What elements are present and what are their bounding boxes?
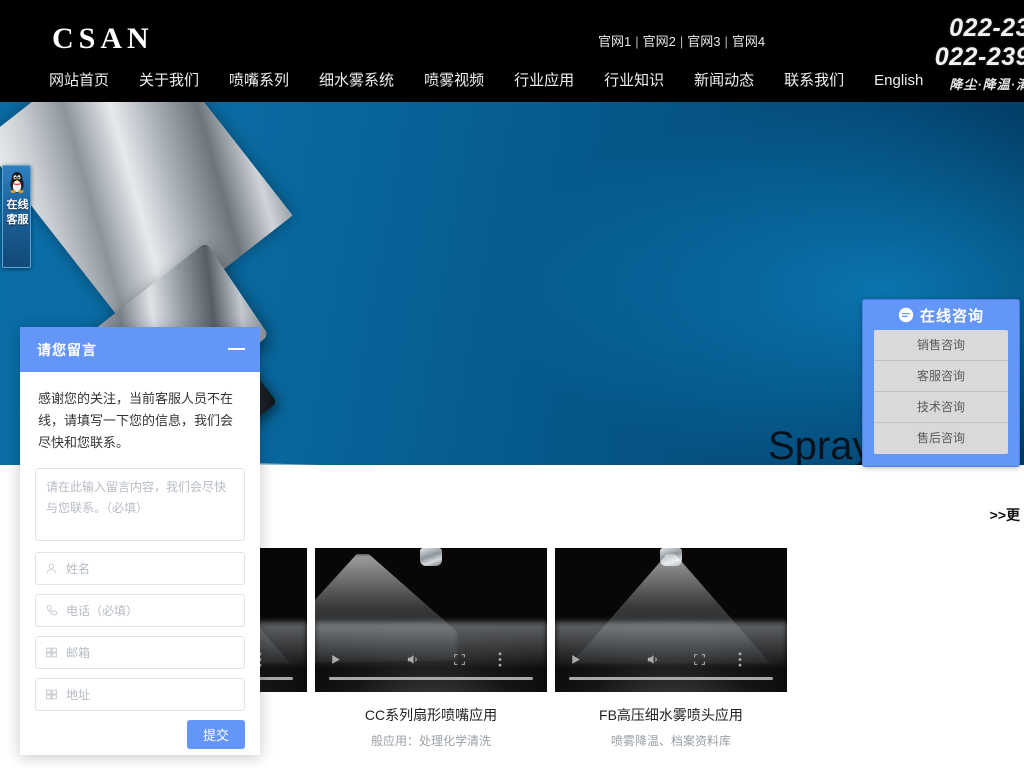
- user-icon: [36, 562, 66, 575]
- link-separator: |: [635, 34, 639, 49]
- nav-item-news[interactable]: 新闻动态: [679, 64, 769, 98]
- official-link-4[interactable]: 官网4: [732, 34, 765, 49]
- video-thumbnail[interactable]: [315, 548, 547, 692]
- phone-icon: [36, 604, 66, 617]
- product-card[interactable]: FB高压细水雾喷头应用 喷雾降温、档案资料库: [555, 548, 787, 749]
- video-progress-bar[interactable]: [329, 677, 533, 680]
- chat-bubble-icon: [898, 307, 914, 323]
- leave-message-form: 请在此输入留言内容，我们会尽快与您联系。（必填） 姓名 电话（必填） 邮箱 地址…: [20, 460, 260, 761]
- fullscreen-icon[interactable]: [693, 653, 706, 666]
- video-progress-bar[interactable]: [569, 677, 773, 680]
- link-separator: |: [724, 34, 728, 49]
- product-card[interactable]: CC系列扇形喷嘴应用 般应用：处理化学清洗: [315, 548, 547, 749]
- link-separator: |: [679, 34, 684, 49]
- phone-field[interactable]: 电话（必填）: [35, 594, 245, 627]
- play-icon[interactable]: [569, 653, 582, 666]
- more-vertical-icon[interactable]: [738, 651, 742, 667]
- product-card-title: FB高压细水雾喷头应用: [599, 707, 743, 723]
- email-field[interactable]: 邮箱: [35, 636, 245, 669]
- official-link-2[interactable]: 官网2: [643, 34, 676, 49]
- consult-item-aftersale[interactable]: 售后咨询: [874, 423, 1008, 454]
- nozzle-icon: [420, 548, 442, 566]
- leave-message-header: 请您留言: [20, 327, 260, 372]
- mail-icon: [36, 646, 66, 659]
- message-textarea[interactable]: 请在此输入留言内容，我们会尽快与您联系。（必填）: [35, 468, 245, 541]
- play-icon[interactable]: [329, 653, 342, 666]
- video-thumbnail[interactable]: [555, 548, 787, 692]
- video-controls: [555, 648, 787, 670]
- volume-icon[interactable]: [646, 652, 661, 667]
- site-logo[interactable]: CSAN: [52, 22, 154, 56]
- online-consult-title: 在线咨询: [919, 307, 984, 325]
- leave-message-text: 感谢您的关注，当前客服人员不在线，请填写一下您的信息，我们会尽快和您联系。: [38, 391, 234, 450]
- submit-row: 提交: [35, 720, 245, 749]
- online-consult-header: 在线咨询: [863, 300, 1019, 330]
- message-textarea-placeholder: 请在此输入留言内容，我们会尽快与您联系。（必填）: [46, 480, 227, 515]
- online-service-widget[interactable]: 在线客服: [2, 165, 31, 268]
- main-navigation: 网站首页 关于我们 喷嘴系列 细水雾系统 喷雾视频 行业应用 行业知识 新闻动态 联系我们 Eng…: [0, 64, 1024, 102]
- address-field[interactable]: 地址: [35, 678, 245, 711]
- consult-item-technical[interactable]: 技术咨询: [874, 392, 1008, 423]
- qq-penguin-icon: [9, 172, 24, 193]
- email-field-placeholder: 邮箱: [66, 646, 91, 660]
- nav-item-english[interactable]: English: [859, 64, 938, 98]
- more-vertical-icon[interactable]: [498, 651, 502, 667]
- volume-icon[interactable]: [406, 652, 421, 667]
- official-link-1[interactable]: 官网1: [598, 34, 631, 49]
- address-field-placeholder: 地址: [66, 688, 91, 702]
- nav-item-about[interactable]: 关于我们: [124, 64, 214, 98]
- official-site-links: 官网1 | 官网2 | 官网3 | 官网4: [598, 31, 765, 50]
- product-card-subtitle: 喷雾降温、档案资料库: [610, 734, 731, 748]
- product-card-title: CC系列扇形喷嘴应用: [364, 707, 498, 723]
- consult-item-service[interactable]: 客服咨询: [874, 361, 1008, 392]
- mail-icon: [36, 688, 66, 701]
- leave-message-title: 请您留言: [37, 341, 97, 358]
- site-header: CSAN 官网1 | 官网2 | 官网3 | 官网4 022-23 022-239 降尘·降…: [0, 0, 1024, 102]
- nav-item-industry-knowledge[interactable]: 行业知识: [589, 64, 679, 98]
- nav-item-home[interactable]: 网站首页: [34, 64, 124, 98]
- nav-item-industry-application[interactable]: 行业应用: [499, 64, 589, 98]
- name-field[interactable]: 姓名: [35, 552, 245, 585]
- leave-message-dialog: 请您留言 感谢您的关注，当前客服人员不在线，请填写一下您的信息，我们会尽快和您联…: [20, 327, 260, 755]
- name-field-placeholder: 姓名: [66, 562, 91, 576]
- nav-item-spray-video[interactable]: 喷雾视频: [409, 64, 499, 98]
- video-controls: [315, 648, 547, 670]
- more-link[interactable]: >>更: [990, 505, 1020, 525]
- consult-item-sales[interactable]: 销售咨询: [874, 330, 1008, 361]
- online-service-label: 在线客服: [6, 199, 29, 226]
- phone-field-placeholder: 电话（必填）: [66, 604, 139, 618]
- nav-item-mist-system[interactable]: 细水雾系统: [304, 64, 409, 98]
- submit-button[interactable]: 提交: [187, 720, 245, 749]
- online-consult-list: 销售咨询 客服咨询 技术咨询 售后咨询: [874, 330, 1008, 454]
- nav-item-nozzle-series[interactable]: 喷嘴系列: [214, 64, 304, 98]
- page-root: Spray >>更 CC系列扇形喷嘴应用 般应用：处理化学清洗 FB高压细水雾喷…: [0, 0, 1024, 768]
- minimize-icon[interactable]: [228, 348, 245, 350]
- hero-headline: Spray: [768, 424, 873, 465]
- online-consult-panel: 在线咨询 销售咨询 客服咨询 技术咨询 售后咨询: [862, 299, 1020, 467]
- phone-number-1: 022-23: [949, 14, 1024, 42]
- fullscreen-icon[interactable]: [453, 653, 466, 666]
- nav-item-contact[interactable]: 联系我们: [769, 64, 859, 98]
- official-link-3[interactable]: 官网3: [687, 34, 720, 49]
- product-card-subtitle: 般应用：处理化学清洗: [370, 734, 491, 748]
